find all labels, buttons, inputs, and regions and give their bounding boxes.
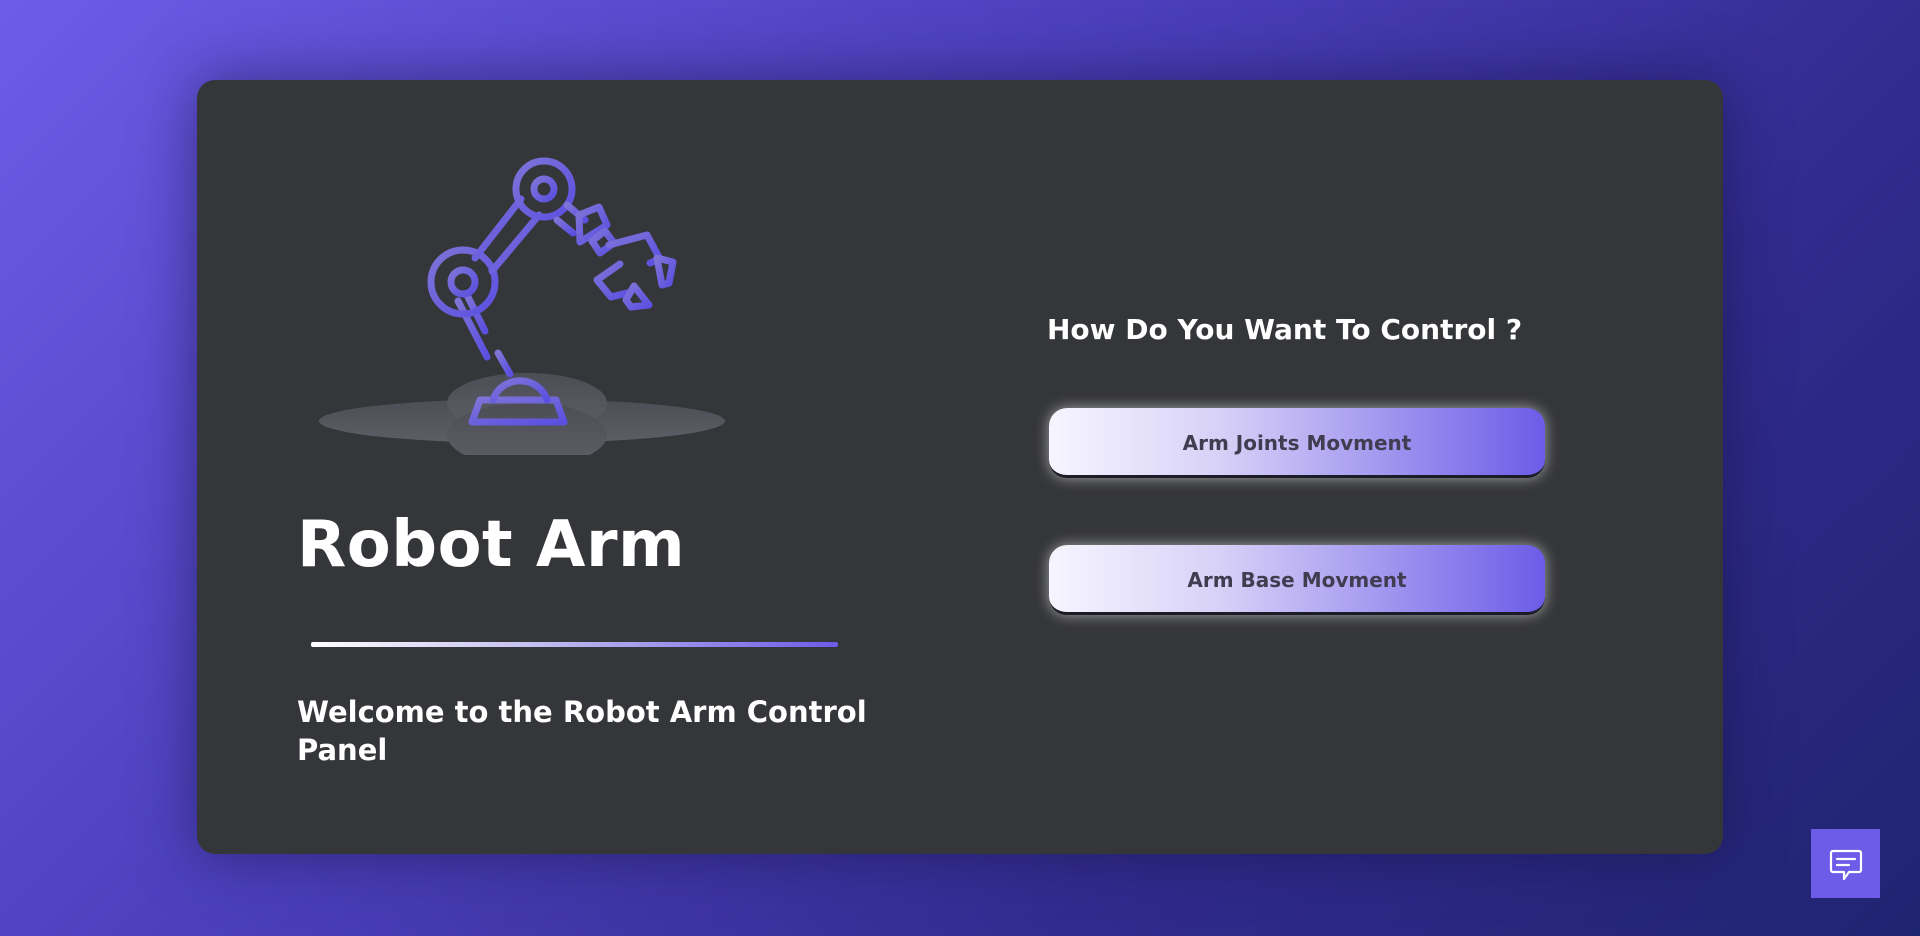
- control-panel-card: Robot Arm Welcome to the Robot Arm Contr…: [197, 80, 1723, 854]
- chat-button[interactable]: [1811, 829, 1880, 898]
- welcome-message: Welcome to the Robot Arm Control Panel: [297, 695, 867, 767]
- title-divider: [311, 642, 838, 647]
- control-question: How Do You Want To Control ?: [1047, 313, 1523, 346]
- robot-arm-icon: [319, 157, 725, 455]
- arm-base-movement-button[interactable]: Arm Base Movment: [1049, 545, 1545, 615]
- arm-joints-movement-button[interactable]: Arm Joints Movment: [1049, 408, 1545, 478]
- page-title: Robot Arm: [297, 508, 686, 582]
- chat-icon: [1829, 849, 1862, 880]
- robot-arm-illustration: [317, 125, 747, 455]
